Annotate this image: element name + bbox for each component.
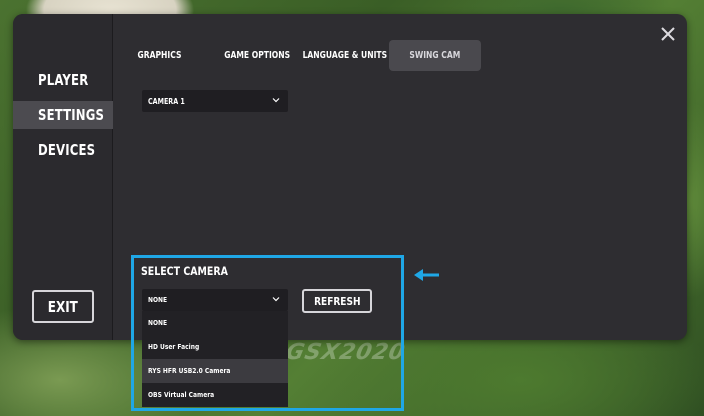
sidebar-item-label: PLAYER — [38, 71, 89, 89]
sidebar-item-player[interactable]: PLAYER — [13, 66, 113, 94]
arrow-left-icon — [414, 269, 439, 281]
sidebar: PLAYER SETTINGS DEVICES EXIT — [13, 14, 113, 340]
exit-button[interactable]: EXIT — [32, 290, 94, 323]
highlight-box — [131, 255, 404, 411]
close-icon[interactable] — [659, 25, 677, 43]
exit-label: EXIT — [47, 297, 79, 316]
tab-language-units[interactable]: LANGUAGE & UNITS — [290, 40, 400, 71]
sidebar-item-label: DEVICES — [38, 141, 96, 159]
tab-label: LANGUAGE & UNITS — [302, 50, 388, 61]
camera-dropdown[interactable]: CAMERA 1 — [142, 90, 288, 112]
tab-label: GAME OPTIONS — [224, 50, 290, 61]
tab-label: SWING CAM — [409, 50, 461, 61]
chevron-down-icon — [272, 98, 280, 103]
tab-label: GRAPHICS — [137, 50, 181, 61]
camera-dropdown-value: CAMERA 1 — [148, 96, 185, 106]
tab-swing-cam[interactable]: SWING CAM — [389, 40, 481, 71]
sidebar-item-settings[interactable]: SETTINGS — [13, 101, 113, 129]
sidebar-item-label: SETTINGS — [38, 106, 105, 124]
tab-graphics[interactable]: GRAPHICS — [122, 40, 196, 71]
sidebar-item-devices[interactable]: DEVICES — [13, 136, 113, 164]
